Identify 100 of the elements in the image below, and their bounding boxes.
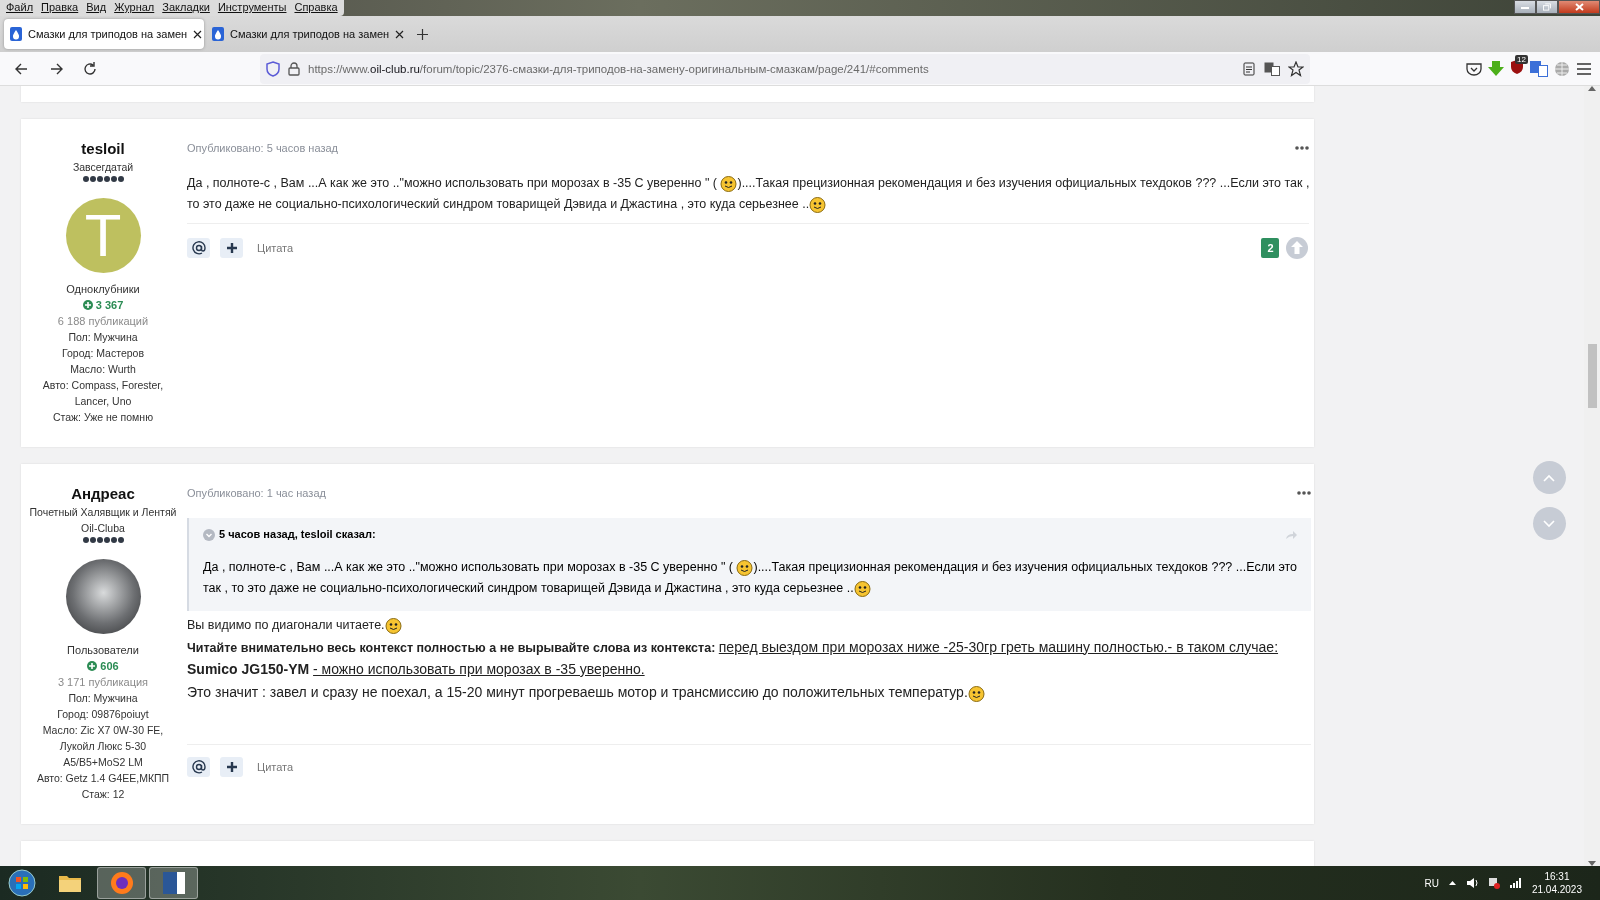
- author-rank: Завсегдатай: [71, 160, 135, 175]
- post-text: Читайте внимательно весь контекст полностью а не вырывайте слова из контекста:: [187, 640, 717, 655]
- author-name[interactable]: Андреас: [71, 484, 135, 504]
- menu-item[interactable]: Справка: [290, 0, 342, 16]
- restore-button[interactable]: [1536, 0, 1558, 14]
- browser-icon: [108, 870, 135, 896]
- reload-icon[interactable]: [82, 60, 98, 77]
- speaker-icon[interactable]: [1465, 877, 1478, 889]
- star-icon[interactable]: [1288, 60, 1304, 77]
- member-group: Одноклубники: [66, 281, 140, 297]
- mention-button[interactable]: [187, 757, 210, 777]
- profile-field: Авто: Compass, Forester, Lancer, Uno: [21, 377, 185, 409]
- tab-title: Смазки для триподов на замен: [28, 28, 188, 40]
- post-text: так , то это даже не социально-психологический синдром товарищей Дэвида и Джастина , это куда серьезнее ..: [203, 581, 854, 595]
- more-icon[interactable]: [1297, 491, 1312, 495]
- scroll-down-arrow-icon[interactable]: [1588, 861, 1596, 866]
- menu-item[interactable]: Вид: [82, 0, 111, 16]
- post-count: 3 171 публикация: [57, 675, 149, 690]
- close-icon[interactable]: [395, 29, 405, 39]
- post-text: Да , полноте-с , Вам ...А как же это .."можно использовать при морозах в -35 С уверенно " (: [203, 560, 734, 574]
- quote-button[interactable]: Цитата: [253, 761, 298, 773]
- reaction-count[interactable]: 2: [1261, 238, 1280, 258]
- close-icon[interactable]: [193, 29, 203, 39]
- profile-field: Пол: Мужчина: [58, 329, 148, 345]
- author-name[interactable]: tesloil: [81, 139, 125, 159]
- signal-icon[interactable]: [1509, 878, 1522, 888]
- shield-icon: [266, 60, 280, 77]
- profile-field: Город: 09876poiuyt: [47, 706, 159, 722]
- profile-field: Пол: Мужчина: [58, 690, 148, 706]
- profile-field: Стаж: 12: [71, 786, 135, 802]
- lock-icon: [288, 61, 300, 76]
- plus-icon[interactable]: [416, 28, 428, 40]
- text-link[interactable]: - можно использовать при морозах в -35 уверенно.: [313, 661, 645, 677]
- at-icon: [191, 241, 206, 255]
- minimize-icon: [1521, 5, 1529, 9]
- post-text: Да , полноте-с , Вам ...А как же это .."можно использовать при морозах в -35 С уверенно " (: [187, 176, 718, 190]
- scrollbar-thumb[interactable]: [1587, 344, 1597, 408]
- post-text: Это значит : завел и сразу не поехал, а 15-20 минут прогреваешь мотор и трансмиссию до положительных температур.: [187, 683, 968, 700]
- add-button[interactable]: [220, 757, 243, 777]
- smiley-icon: [736, 559, 754, 577]
- profile-field: Масло: Wurth: [60, 361, 146, 377]
- scroll-up-arrow-icon[interactable]: [1588, 86, 1596, 91]
- menu-icon[interactable]: [1576, 61, 1592, 76]
- taskbar-app[interactable]: [149, 867, 198, 899]
- extension-badge: 12: [1515, 54, 1528, 64]
- plus-icon: [226, 243, 237, 253]
- start-orb-icon[interactable]: [8, 869, 36, 897]
- smiley-icon: [720, 175, 738, 193]
- profile-field: Авто: Getz 1.4 G4EE,МКПП: [26, 770, 180, 786]
- post-text: то это даже не социально-психологический синдром товарищей Дэвида и Джастина , это куда серьезнее ..: [187, 197, 810, 211]
- post-count: 6 188 публикаций: [57, 314, 149, 329]
- post-text: Sumico JG150-YM: [187, 661, 311, 677]
- at-icon: [191, 760, 206, 774]
- quote-author: 5 часов назад, tesloil сказал:: [219, 527, 376, 542]
- reputation-count: 3 367: [95, 298, 124, 313]
- restore-icon: [1543, 3, 1551, 11]
- menu-item[interactable]: Инструменты: [213, 0, 291, 16]
- profile-field: Город: Мастеров: [52, 345, 154, 361]
- download-arrow-icon[interactable]: [1488, 60, 1504, 77]
- smiley-icon: [967, 684, 985, 702]
- close-icon: [1574, 3, 1584, 11]
- reader-icon[interactable]: [1242, 61, 1256, 76]
- pocket-icon[interactable]: [1466, 61, 1482, 76]
- reputation-count: 606: [100, 659, 119, 674]
- menu-item[interactable]: Закладки: [158, 0, 214, 16]
- profile-field: Стаж: Уже не помню: [42, 409, 164, 425]
- author-rank: Почетный Халявщик и Лентяй Oil-Cluba: [28, 505, 178, 536]
- add-button[interactable]: [220, 238, 243, 258]
- mention-button[interactable]: [187, 238, 210, 258]
- minimize-button[interactable]: [1514, 0, 1536, 14]
- tab-title: Смазки для триподов на замен: [230, 28, 390, 40]
- post-text: )....Такая прецизионная рекомендация и без изучения официальных техдоков ??? ...Если это: [753, 560, 1298, 574]
- language-indicator[interactable]: RU: [1424, 877, 1439, 889]
- publish-date: Опубликовано: 1 час назад: [187, 487, 326, 499]
- drop-icon: [212, 27, 224, 41]
- menu-item[interactable]: Журнал: [110, 0, 159, 16]
- more-icon[interactable]: [1295, 146, 1310, 150]
- smiley-icon: [853, 580, 871, 598]
- caret-up-icon[interactable]: [1448, 881, 1456, 885]
- plus-icon: [226, 762, 237, 772]
- browser-tab[interactable]: Смазки для триподов на замен: [4, 19, 204, 49]
- smiley-icon: [809, 196, 827, 214]
- drop-icon: [10, 27, 22, 41]
- plus-circle-icon: [87, 661, 98, 671]
- plus-circle-icon: [82, 300, 93, 310]
- quote-button[interactable]: Цитата: [253, 242, 298, 254]
- clock-time[interactable]: 16:31: [1531, 870, 1582, 883]
- post-text: )....Такая прецизионная рекомендация и без изучения официальных техдоков ??? ...Если это так ,: [737, 176, 1310, 190]
- browser-tab[interactable]: Смазки для триподов на замен: [206, 19, 406, 49]
- profile-field: Масло: Zic X7 0W-30 FE, Лукойл Люкс 5-30 A5/B5+MoS2 LM: [21, 722, 185, 770]
- member-group: Пользователи: [67, 642, 139, 658]
- chevron-up-icon: [1543, 473, 1555, 482]
- menu-item[interactable]: Правка: [37, 0, 83, 16]
- smiley-icon: [384, 617, 402, 635]
- close-button[interactable]: [1558, 0, 1600, 14]
- publish-date: Опубликовано: 5 часов назад: [187, 142, 338, 154]
- menu-item[interactable]: Файл: [2, 0, 38, 16]
- text-link[interactable]: перед выездом при морозах ниже -25-30гр греть машину полностью.- в таком случае:: [718, 638, 1279, 655]
- post-text: Вы видимо по диагонали читаете.: [187, 618, 385, 632]
- clock-date[interactable]: 21.04.2023: [1531, 883, 1582, 896]
